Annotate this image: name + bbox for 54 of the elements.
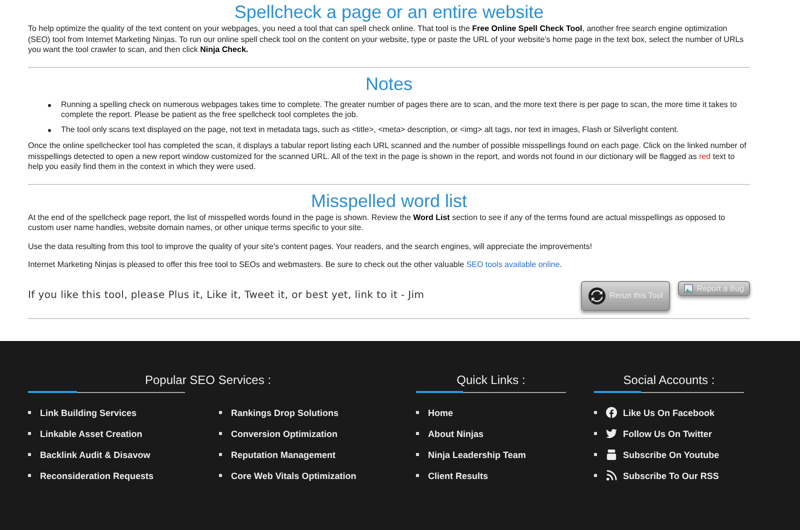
bullet-item: The tool only scans text displayed on the page, not text in metadata tags, such as <title>, <meta> description, or <img> alt tags, nor text in images, Flash or Silverlight content.: [61, 124, 679, 135]
bullet-icon: [219, 411, 222, 414]
link[interactable]: SEO tools available online: [466, 260, 560, 269]
bullet-icon: [594, 411, 597, 414]
bullet-icon: [48, 128, 51, 132]
bullet-icon: [28, 432, 31, 435]
bullet-icon: [416, 411, 419, 414]
refresh-icon: [588, 286, 606, 304]
footer-link[interactable]: Conversion Optimization: [231, 428, 338, 440]
social-link[interactable]: Subscribe On Youtube: [623, 450, 720, 460]
bullet-icon: [219, 432, 222, 435]
bullet-icon: [28, 453, 31, 456]
social-link[interactable]: Like Us On Facebook: [623, 408, 715, 418]
bullet-icon: [48, 104, 51, 106]
footer-link[interactable]: Home: [428, 406, 454, 418]
bird-icon: [606, 428, 617, 439]
social-link[interactable]: Subscribe To Our RSS: [623, 470, 719, 480]
bullet-icon: [594, 453, 597, 456]
footer-link[interactable]: Link Building Services: [40, 406, 137, 418]
footer-heading: Popular SEO Services :: [144, 372, 272, 388]
footer-link[interactable]: Core Web Vitals Optimization: [231, 470, 356, 482]
footer-link[interactable]: Client Results: [428, 470, 488, 482]
footer-heading: Quick Links :: [456, 372, 526, 388]
bullet-icon: [416, 432, 419, 435]
image-icon: [684, 284, 693, 292]
social-link[interactable]: Follow Us On Twitter: [623, 428, 712, 438]
section-heading: Misspelled word list: [310, 190, 468, 210]
bullet-item: Running a spelling check on numerous webpages takes time to complete. The greater number of pages there are to scan, and the more text there is per page to scan, the more time it takes to complete the report. Please be patient as the free spellcheck tool completes the job.: [61, 100, 738, 120]
facebook-icon: [606, 407, 617, 418]
bullet-icon: [416, 474, 419, 477]
footer-link[interactable]: Reconsideration Requests: [40, 470, 154, 482]
paragraph: Internet Marketing Ninjas is pleased to offer this free tool to SEOs and webmasters. Be sure to check out the other valuable SEO tools available online.: [28, 260, 563, 270]
bullet-icon: [28, 474, 31, 477]
footer-link[interactable]: Rankings Drop Solutions: [231, 406, 339, 418]
footer-link[interactable]: About Ninjas: [428, 428, 484, 440]
bullet-icon: [219, 474, 222, 477]
section-heading: Spellcheck a page or an entire website: [233, 2, 545, 22]
footer-link[interactable]: Reputation Management: [231, 448, 336, 460]
section-heading: Notes: [364, 74, 414, 94]
footer-link[interactable]: Linkable Asset Creation: [40, 428, 142, 440]
paragraph: Once the online spellchecker tool has completed the scan, it displays a tabular report listing each URL scanned and the number of possible misspellings found on each page. Click on the linked number of misspellings detected to open a new report window customized for the scanned URL. All of the text in the page is shown in the report, and words not found in our dictionary will be flagged as red text to help you easily find them in the context in which they were used.: [28, 141, 748, 172]
footer-link[interactable]: Ninja Leadership Team: [428, 448, 526, 460]
bullet-icon: [28, 411, 31, 414]
bullet-icon: [594, 474, 597, 477]
paragraph: Use the data resulting from this tool to improve the quality of your site's content pages. Your readers, and the search engines, will appreciate the improvements!: [28, 242, 594, 252]
paragraph: To help optimize the quality of the text content on your webpages, you need a tool that can spell check online. That tool is the Free Online Spell Check Tool, another free search engine optimization (SEO) tool from Internet Marketing Ninjas. To run our online spell check tool on the content on your website, type or paste the URL of your website's home page in the text box, select the number of URLs you want the tool crawler to scan, and then click Ninja Check.: [28, 24, 745, 56]
bullet-icon: [219, 453, 222, 456]
bullet-icon: [594, 432, 597, 435]
footer-link[interactable]: Backlink Audit & Disavow: [40, 448, 150, 460]
signature-text: If you like this tool, please Plus it, Like it, Tweet it, or best yet, link to it - Jim: [28, 290, 424, 301]
paragraph: At the end of the spellcheck page report, the list of misspelled words found in the page is shown. Review the Word List section to see if any of the terms found are actual misspellings as opposed to custom user name handles, website domain names, or other unique terms specific to your site.: [28, 212, 726, 234]
rss-icon: [606, 470, 617, 481]
bullet-icon: [416, 453, 419, 456]
footer-heading: Social Accounts :: [622, 372, 716, 388]
